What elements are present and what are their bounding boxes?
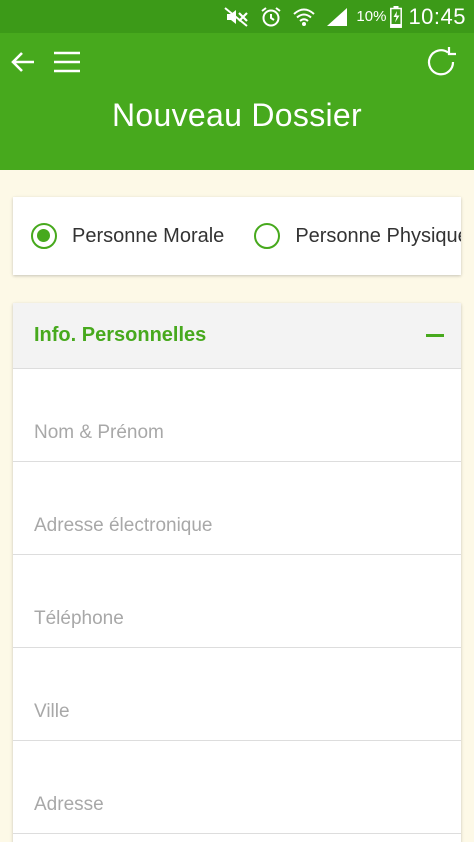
city-field[interactable] [34,701,440,723]
phone-field[interactable] [34,608,440,630]
radio-label-personne-morale: Personne Morale [72,224,225,247]
radio-label-personne-physique: Personne Physique [295,224,461,247]
email-field-row [13,462,461,555]
radio-personne-morale[interactable]: Personne Morale [31,223,224,249]
address-field-row [13,741,461,834]
radio-unchecked-icon[interactable] [254,223,281,249]
email-field[interactable] [34,515,440,537]
radio-checked-icon[interactable] [31,223,57,249]
personal-info-header[interactable]: Info. Personnelles [13,303,461,369]
battery-percent: 10% [356,8,387,25]
clock: 10:45 [408,3,466,29]
personal-info-card: Info. Personnelles [13,303,461,842]
name-field-row [13,369,461,462]
name-field[interactable] [34,422,440,444]
mute-icon [224,6,250,27]
hamburger-menu-icon[interactable] [52,47,82,77]
address-field[interactable] [34,794,440,816]
radio-personne-physique[interactable]: Personne Physique [254,223,461,249]
city-field-row [13,648,461,741]
collapse-minus-icon[interactable] [426,334,444,337]
wifi-icon [292,6,316,28]
person-type-selector: Personne Morale Personne Physique [13,197,461,275]
status-bar: 10% 10:45 [0,0,474,33]
signal-icon [326,7,348,27]
refresh-icon[interactable] [422,43,460,81]
page-title: Nouveau Dossier [112,97,362,133]
section-title: Info. Personnelles [34,324,207,346]
app-bar: Nouveau Dossier [0,33,474,170]
phone-field-row [13,555,461,648]
battery-charging-icon [390,5,403,28]
back-arrow-icon[interactable] [8,47,38,77]
alarm-icon [260,6,282,28]
